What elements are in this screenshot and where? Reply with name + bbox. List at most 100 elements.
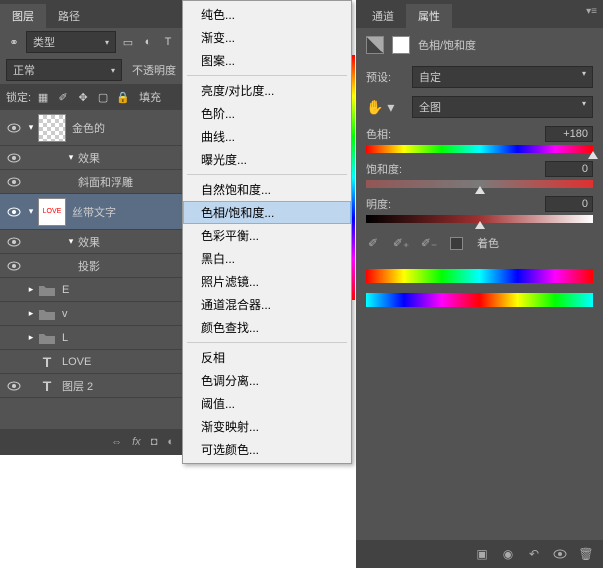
adjustment-header: 色相/饱和度 (356, 28, 603, 62)
channel-select[interactable]: 全图▾ (412, 96, 593, 118)
eyedropper-subtract-icon[interactable]: ✐₋ (422, 236, 436, 250)
shadow-label: 投影 (78, 258, 100, 274)
visibility-icon[interactable] (7, 237, 21, 247)
lightness-value[interactable]: 0 (545, 196, 593, 212)
visibility-icon[interactable] (7, 261, 21, 271)
fill-label: 填充 (135, 89, 161, 105)
eyedropper-add-icon[interactable]: ✐₊ (394, 236, 408, 250)
menu-item[interactable]: 色阶... (183, 102, 351, 125)
menu-item[interactable]: 阈值... (183, 392, 351, 415)
layer-effects2[interactable]: ▾ 效果 (0, 230, 182, 254)
lock-brush-icon[interactable]: ✐ (55, 89, 71, 105)
hue-slider[interactable] (366, 145, 593, 153)
visibility-icon[interactable] (7, 381, 21, 391)
saturation-value[interactable]: 0 (545, 161, 593, 177)
menu-item[interactable]: 曝光度... (183, 148, 351, 171)
tab-properties[interactable]: 属性 (406, 4, 452, 28)
toggle-icon[interactable]: ▾ (24, 122, 38, 133)
layer-thumbnail: LOVE (38, 198, 66, 226)
layers-tabs: 图层 路径 (0, 0, 182, 28)
layer-2[interactable]: T 图层 2 (0, 374, 182, 398)
lock-row: 锁定: ▦ ✐ ✥ ▢ 🔒 填充 (0, 84, 182, 110)
layer-item-ribbon[interactable]: ▾ LOVE 丝带文字 (0, 194, 182, 230)
blend-mode-select[interactable]: 正常▾ (6, 59, 122, 81)
visibility-icon[interactable] (7, 123, 21, 133)
menu-item[interactable]: 通道混合器... (183, 293, 351, 316)
menu-item[interactable]: 曲线... (183, 125, 351, 148)
layer-shadow[interactable]: 投影 (0, 254, 182, 278)
props-tabs: 通道 属性 (356, 0, 603, 28)
layer-group-e[interactable]: ▸ E (0, 278, 182, 302)
lock-all-icon[interactable]: 🔒 (115, 89, 131, 105)
blend-row: 正常▾ 不透明度 (0, 56, 182, 84)
fx-icon[interactable]: fx (132, 436, 141, 448)
layer-group-v[interactable]: ▸ v (0, 302, 182, 326)
preset-select[interactable]: 自定▾ (412, 66, 593, 88)
hand-icon[interactable]: ✋ ▾ (366, 99, 406, 116)
hue-value[interactable]: +180 (545, 126, 593, 142)
layer-text-love[interactable]: T LOVE (0, 350, 182, 374)
menu-separator (187, 342, 347, 343)
tab-paths[interactable]: 路径 (46, 4, 92, 28)
colorize-label: 着色 (477, 235, 499, 251)
menu-item[interactable]: 照片滤镜... (183, 270, 351, 293)
hue-slider-row: 色相: +180 (356, 122, 603, 157)
filter-image-icon[interactable]: ▭ (120, 34, 136, 50)
menu-item[interactable]: 黑白... (183, 247, 351, 270)
menu-item[interactable]: 颜色查找... (183, 316, 351, 339)
menu-item[interactable]: 色相/饱和度... (183, 201, 351, 224)
tab-layers[interactable]: 图层 (0, 4, 46, 28)
layer-item-gold[interactable]: ▾ 金色的 (0, 110, 182, 146)
filter-row: ⚭ 类型▾ ▭ ◐ T (0, 28, 182, 56)
menu-item[interactable]: 亮度/对比度... (183, 79, 351, 102)
lock-pixels-icon[interactable]: ▦ (35, 89, 51, 105)
menu-item[interactable]: 纯色... (183, 3, 351, 26)
reset-icon[interactable]: ↶ (527, 547, 541, 561)
menu-item[interactable]: 可选颜色... (183, 438, 351, 461)
folder-icon (38, 307, 56, 321)
link-icon[interactable]: ⇔ (111, 436, 122, 448)
visibility-icon[interactable] (7, 207, 21, 217)
layers-panel: 图层 路径 ⚭ 类型▾ ▭ ◐ T 正常▾ 不透明度 锁定: ▦ ✐ ✥ ▢ 🔒… (0, 0, 182, 455)
mask-icon[interactable]: ◘ (151, 436, 158, 448)
layer-name: 金色的 (72, 120, 105, 136)
spectrum-input (366, 269, 593, 283)
saturation-slider[interactable] (366, 180, 593, 188)
filter-type-icon[interactable]: T (160, 34, 176, 50)
menu-item[interactable]: 色彩平衡... (183, 224, 351, 247)
hue-label: 色相: (366, 126, 391, 142)
layer-effects[interactable]: ▾ 效果 (0, 146, 182, 170)
adjustment-icon[interactable]: ◐ (167, 436, 174, 448)
effects-label: 效果 (78, 150, 100, 166)
lock-artboard-icon[interactable]: ▢ (95, 89, 111, 105)
layer-group-l[interactable]: ▸ L (0, 326, 182, 350)
filter-adjust-icon[interactable]: ◐ (140, 34, 156, 50)
clip-icon[interactable]: ▣ (475, 547, 489, 561)
layer-thumbnail (38, 114, 66, 142)
panel-menu-icon[interactable]: ▾≡ (586, 6, 597, 17)
menu-item[interactable]: 自然饱和度... (183, 178, 351, 201)
lock-position-icon[interactable]: ✥ (75, 89, 91, 105)
saturation-slider-row: 饱和度:0 (356, 157, 603, 192)
visibility-icon[interactable] (7, 153, 21, 163)
view-previous-icon[interactable]: ◉ (501, 547, 515, 561)
toggle-icon[interactable]: ▾ (24, 206, 38, 217)
layer-bevel[interactable]: 斜面和浮雕 (0, 170, 182, 194)
tab-channels[interactable]: 通道 (360, 4, 406, 28)
properties-panel: ▾≡ 通道 属性 色相/饱和度 预设: 自定▾ ✋ ▾ 全图▾ 色相:+180 … (356, 0, 603, 568)
lightness-slider[interactable] (366, 215, 593, 223)
eyedropper-icon[interactable]: ✐ (366, 236, 380, 250)
menu-item[interactable]: 图案... (183, 49, 351, 72)
adjustment-type-icon (366, 36, 384, 54)
menu-item[interactable]: 渐变映射... (183, 415, 351, 438)
menu-item[interactable]: 反相 (183, 346, 351, 369)
props-bottom-bar: ▣ ◉ ↶ 🗑 (356, 540, 603, 568)
toggle-visibility-icon[interactable] (553, 547, 567, 561)
colorize-checkbox[interactable] (450, 237, 463, 250)
delete-icon[interactable]: 🗑 (579, 547, 593, 561)
filter-select[interactable]: 类型▾ (26, 31, 116, 53)
menu-item[interactable]: 色调分离... (183, 369, 351, 392)
visibility-icon[interactable] (7, 177, 21, 187)
menu-item[interactable]: 渐变... (183, 26, 351, 49)
preset-label: 预设: (366, 69, 406, 85)
